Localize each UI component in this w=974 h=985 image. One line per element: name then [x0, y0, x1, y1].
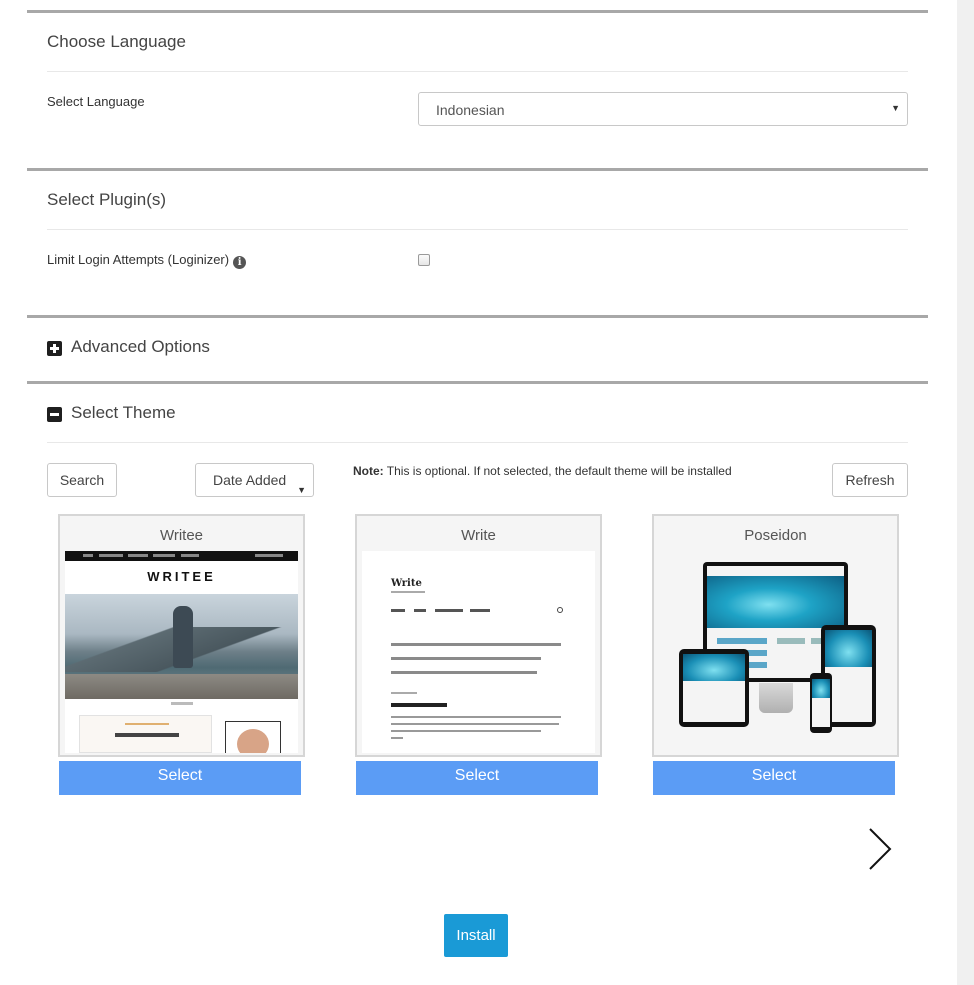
language-section: Choose Language — [27, 10, 928, 51]
theme-section: Select Theme — [27, 381, 928, 422]
advanced-section: Advanced Options — [27, 315, 928, 356]
divider — [47, 71, 908, 72]
language-select[interactable]: Indonesian ▼ — [418, 92, 908, 126]
note-text: This is optional. If not selected, the d… — [383, 464, 732, 478]
section-title: Choose Language — [47, 32, 186, 51]
divider — [47, 229, 908, 230]
caret-down-icon: ▼ — [295, 474, 306, 496]
theme-card-write[interactable]: Write Write — [355, 514, 602, 757]
select-theme-button[interactable]: Select — [653, 761, 895, 795]
sort-dropdown[interactable]: Date Added ▼ — [195, 463, 314, 497]
optional-note: Note: This is optional. If not selected,… — [353, 464, 732, 478]
sort-value: Date Added — [213, 472, 287, 488]
theme-card-writee[interactable]: Writee WRITEE — [58, 514, 305, 757]
expand-plus-icon[interactable] — [47, 341, 62, 356]
section-title[interactable]: Select Theme — [71, 403, 176, 423]
select-theme-button[interactable]: Select — [59, 761, 301, 795]
select-language-label: Select Language — [47, 94, 145, 109]
divider — [47, 442, 908, 443]
language-select-value: Indonesian — [436, 102, 505, 118]
select-theme-button[interactable]: Select — [356, 761, 598, 795]
info-icon[interactable]: i — [233, 256, 247, 269]
refresh-button[interactable]: Refresh — [832, 463, 908, 497]
search-button[interactable]: Search — [47, 463, 117, 497]
theme-card-poseidon[interactable]: Poseidon — [652, 514, 899, 757]
theme-name: Write — [461, 527, 496, 544]
preview-title: Write — [391, 578, 422, 589]
theme-name: Writee — [159, 527, 204, 544]
chevron-right-icon[interactable] — [862, 826, 902, 872]
theme-name: Poseidon — [744, 527, 807, 544]
note-label: Note: — [353, 464, 384, 478]
loginizer-checkbox[interactable] — [418, 254, 430, 266]
preview-logo: WRITEE — [147, 569, 216, 584]
scrollbar[interactable] — [957, 0, 974, 985]
collapse-minus-icon[interactable] — [47, 407, 62, 422]
theme-preview-image: WRITEE — [65, 551, 298, 753]
theme-preview-image: Write — [362, 551, 595, 753]
plugin-name: Limit Login Attempts (Loginizer) — [47, 252, 230, 267]
theme-preview-image — [659, 551, 892, 753]
install-button[interactable]: Install — [444, 914, 508, 957]
section-title: Select Plugin(s) — [47, 190, 167, 209]
section-title[interactable]: Advanced Options — [71, 337, 210, 357]
plugin-label: Limit Login Attempts (Loginizer) i — [47, 252, 247, 269]
plugins-section: Select Plugin(s) — [27, 168, 928, 209]
caret-down-icon: ▼ — [891, 103, 900, 113]
